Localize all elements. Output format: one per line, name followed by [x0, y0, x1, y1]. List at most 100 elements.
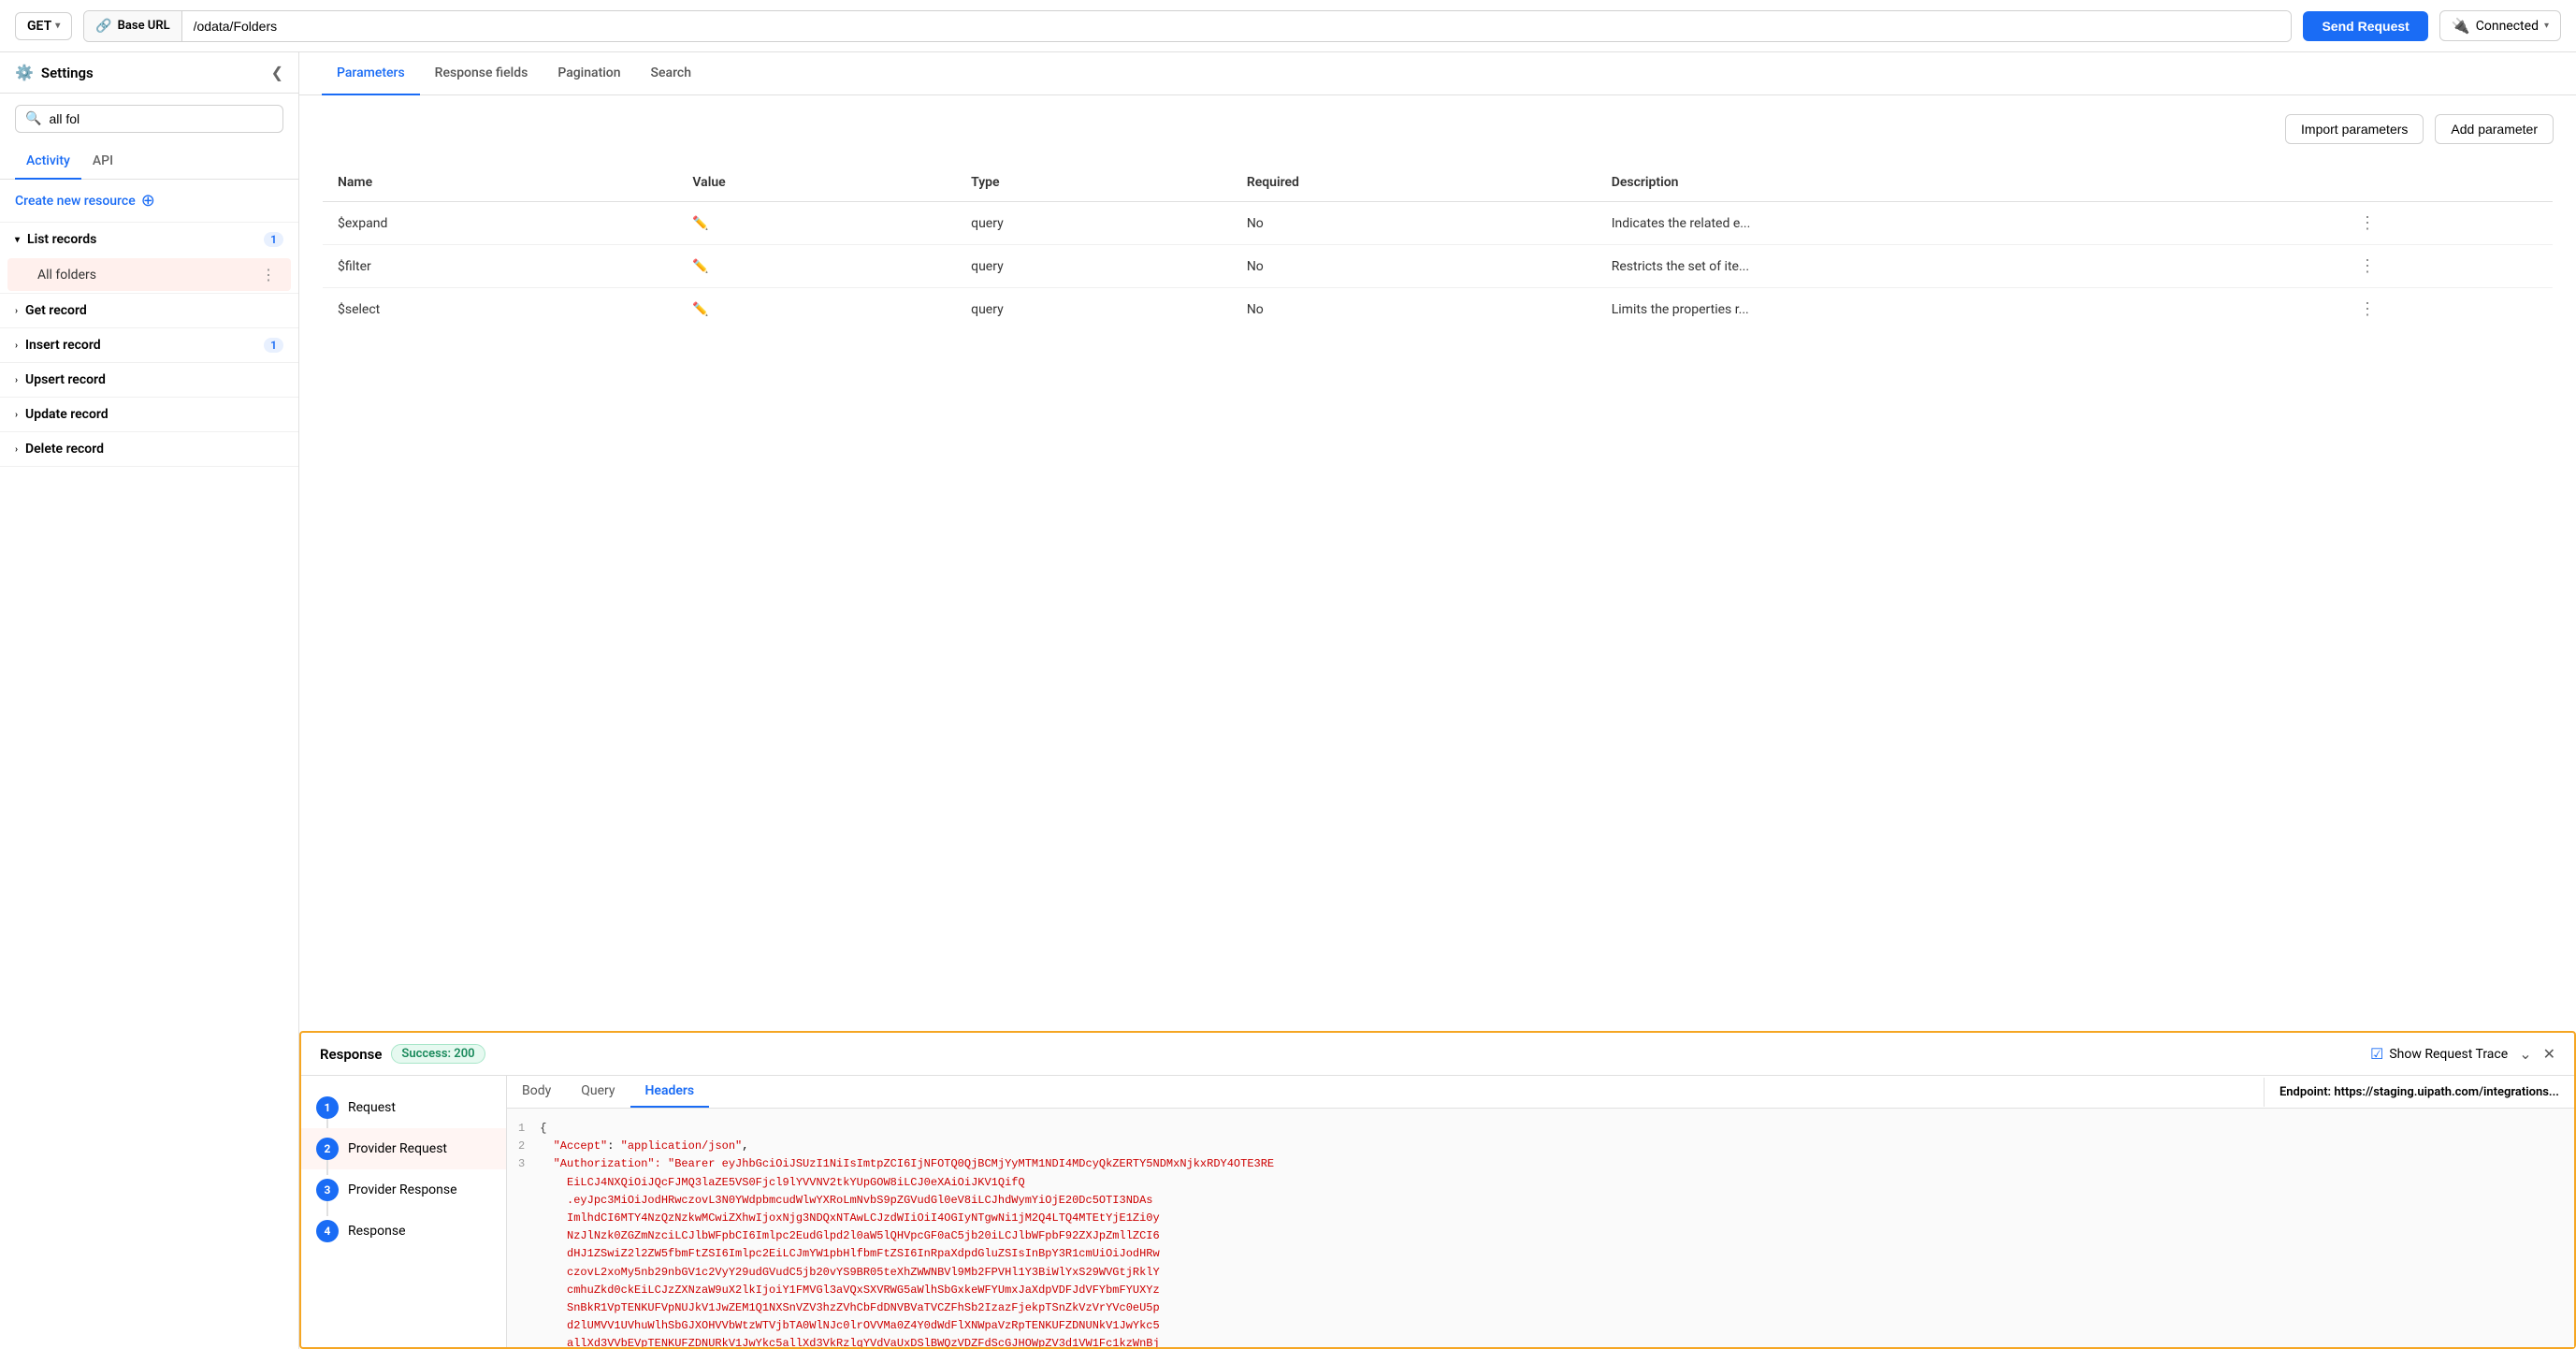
url-bar: 🔗 Base URL	[83, 10, 2292, 42]
response-tabs-bar: Body Query Headers Endpoint: https://sta…	[507, 1076, 2574, 1109]
content-tabs-bar: Parameters Response fields Pagination Se…	[299, 52, 2576, 95]
edit-icon[interactable]: ✏️	[692, 259, 708, 274]
search-bar: 🔍	[15, 105, 283, 133]
get-record-chevron-icon: ›	[15, 306, 18, 316]
sidebar-tabs: Activity API	[0, 144, 298, 180]
sidebar: ⚙️ Settings ❮ 🔍 Activity API Create new …	[0, 52, 299, 1349]
param-description: Limits the properties r...	[1597, 288, 2344, 331]
param-name: $filter	[323, 245, 678, 288]
tab-pagination[interactable]: Pagination	[543, 52, 635, 95]
step-request[interactable]: 1 Request	[301, 1087, 506, 1128]
collapse-sidebar-button[interactable]: ❮	[271, 64, 283, 81]
list-records-badge: 1	[264, 232, 283, 247]
request-steps: 1 Request 2 Provider Request 3 Provider …	[301, 1076, 507, 1347]
table-row: $select ✏️ query No Limits the propertie…	[323, 288, 2554, 331]
content-area: Parameters Response fields Pagination Se…	[299, 52, 2576, 1349]
step-1-badge: 1	[316, 1096, 339, 1119]
delete-record-header[interactable]: › Delete record	[0, 432, 298, 466]
plug-icon: 🔌	[2452, 17, 2470, 35]
update-record-header[interactable]: › Update record	[0, 398, 298, 431]
list-records-chevron-icon: ▾	[15, 235, 20, 245]
edit-icon[interactable]: ✏️	[692, 216, 708, 231]
send-request-button[interactable]: Send Request	[2303, 11, 2427, 41]
nav-section-update-record: › Update record	[0, 398, 298, 432]
nav-section-delete-record: › Delete record	[0, 432, 298, 467]
close-response-button[interactable]: ✕	[2543, 1045, 2555, 1063]
col-header-actions	[2344, 164, 2554, 202]
param-value-cell: ✏️	[677, 245, 956, 288]
add-parameter-button[interactable]: Add parameter	[2435, 114, 2554, 144]
base-url-label: 🔗 Base URL	[84, 11, 181, 41]
response-header-left: Response Success: 200	[320, 1044, 485, 1064]
param-required: No	[1232, 288, 1597, 331]
tab-search[interactable]: Search	[636, 52, 706, 95]
param-row-menu[interactable]: ⋮	[2344, 245, 2554, 288]
response-tab-headers[interactable]: Headers	[630, 1076, 710, 1108]
update-record-chevron-icon: ›	[15, 410, 18, 420]
row-menu-icon[interactable]: ⋮	[2359, 256, 2376, 276]
param-required: No	[1232, 202, 1597, 245]
checkbox-icon: ☑	[2370, 1045, 2383, 1063]
param-description: Indicates the related e...	[1597, 202, 2344, 245]
param-name: $expand	[323, 202, 678, 245]
edit-icon[interactable]: ✏️	[692, 302, 708, 317]
param-value-cell: ✏️	[677, 202, 956, 245]
nav-section-upsert-record: › Upsert record	[0, 363, 298, 398]
method-select[interactable]: GET ▾	[15, 12, 72, 40]
nav-section-insert-record: › Insert record 1	[0, 328, 298, 363]
nav-item-dots-icon[interactable]: ⋮	[261, 266, 276, 283]
param-row-menu[interactable]: ⋮	[2344, 288, 2554, 331]
create-resource-button[interactable]: Create new resource ⊕	[0, 180, 298, 223]
response-header: Response Success: 200 ☑ Show Request Tra…	[301, 1033, 2574, 1076]
param-type: query	[956, 245, 1232, 288]
connection-status[interactable]: 🔌 Connected ▾	[2439, 10, 2561, 41]
step-provider-request[interactable]: 2 Provider Request	[301, 1128, 506, 1169]
import-parameters-button[interactable]: Import parameters	[2285, 114, 2424, 144]
method-chevron-icon: ▾	[55, 21, 60, 31]
col-header-required: Required	[1232, 164, 1597, 202]
success-badge: Success: 200	[391, 1044, 485, 1064]
expand-response-button[interactable]: ⌄	[2519, 1045, 2531, 1063]
row-menu-icon[interactable]: ⋮	[2359, 213, 2376, 233]
table-row: $expand ✏️ query No Indicates the relate…	[323, 202, 2554, 245]
tab-api[interactable]: API	[81, 144, 124, 180]
search-icon: 🔍	[25, 111, 41, 126]
row-menu-icon[interactable]: ⋮	[2359, 299, 2376, 319]
param-description: Restricts the set of ite...	[1597, 245, 2344, 288]
params-actions: Import parameters Add parameter	[322, 114, 2554, 144]
show-request-trace-toggle[interactable]: ☑ Show Request Trace	[2370, 1045, 2508, 1063]
tab-activity[interactable]: Activity	[15, 144, 81, 180]
upsert-record-header[interactable]: › Upsert record	[0, 363, 298, 397]
response-tab-body[interactable]: Body	[507, 1076, 566, 1108]
response-label: Response	[320, 1046, 382, 1063]
nav-item-all-folders[interactable]: All folders ⋮	[7, 258, 291, 291]
link-icon: 🔗	[95, 19, 111, 34]
method-label: GET	[27, 19, 51, 34]
list-records-header[interactable]: ▾ List records 1	[0, 223, 298, 256]
insert-record-header[interactable]: › Insert record 1	[0, 328, 298, 362]
param-required: No	[1232, 245, 1597, 288]
tab-parameters[interactable]: Parameters	[322, 52, 420, 95]
response-right: Body Query Headers Endpoint: https://sta…	[507, 1076, 2574, 1347]
top-bar: GET ▾ 🔗 Base URL Send Request 🔌 Connecte…	[0, 0, 2576, 52]
url-input[interactable]	[182, 11, 2292, 41]
tab-response-fields[interactable]: Response fields	[420, 52, 543, 95]
parameters-table: Name Value Type Required Description $ex…	[322, 163, 2554, 331]
sidebar-title: ⚙️ Settings	[15, 64, 94, 81]
step-provider-response[interactable]: 3 Provider Response	[301, 1169, 506, 1211]
main-layout: ⚙️ Settings ❮ 🔍 Activity API Create new …	[0, 52, 2576, 1349]
parameters-area: Import parameters Add parameter Name Val…	[299, 95, 2576, 1031]
col-header-description: Description	[1597, 164, 2344, 202]
response-code-area: 1 { 2 "Accept": "application/json", 3 "A…	[507, 1109, 2574, 1347]
response-body: 1 Request 2 Provider Request 3 Provider …	[301, 1076, 2574, 1347]
delete-record-chevron-icon: ›	[15, 444, 18, 455]
get-record-header[interactable]: › Get record	[0, 294, 298, 327]
search-input[interactable]	[49, 111, 273, 126]
param-type: query	[956, 288, 1232, 331]
table-row: $filter ✏️ query No Restricts the set of…	[323, 245, 2554, 288]
response-tab-query[interactable]: Query	[566, 1076, 630, 1108]
step-response[interactable]: 4 Response	[301, 1211, 506, 1252]
param-row-menu[interactable]: ⋮	[2344, 202, 2554, 245]
response-area: Response Success: 200 ☑ Show Request Tra…	[299, 1031, 2576, 1349]
step-3-badge: 3	[316, 1179, 339, 1201]
